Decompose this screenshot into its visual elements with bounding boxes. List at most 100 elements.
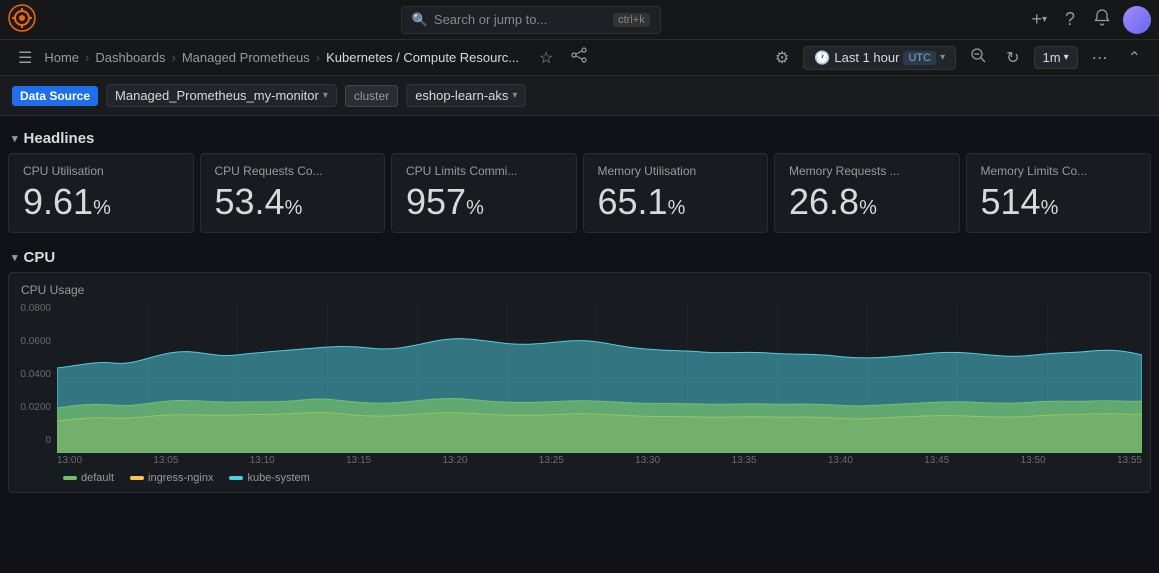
legend-kube: kube-system [229, 472, 309, 484]
metric-card-0: CPU Utilisation 9.61% [8, 153, 194, 233]
metrics-grid: CPU Utilisation 9.61% CPU Requests Co...… [8, 153, 1151, 233]
legend-label-kube: kube-system [247, 472, 309, 484]
time-chevron: ▾ [940, 52, 945, 63]
cluster-chevron: ▾ [512, 90, 517, 101]
breadcrumb-bar: ☰ Home › Dashboards › Managed Prometheus… [0, 40, 1159, 76]
legend-label-default: default [81, 472, 114, 484]
x-label-1320: 13:20 [442, 455, 467, 466]
metric-value-5: 514% [981, 182, 1137, 222]
breadcrumb-dashboards[interactable]: Dashboards [95, 50, 165, 65]
hamburger-menu[interactable]: ☰ [12, 46, 38, 70]
metric-card-2: CPU Limits Commi... 957% [391, 153, 577, 233]
interval-chevron: ▾ [1064, 52, 1069, 63]
share-button[interactable] [565, 45, 593, 70]
cluster-select[interactable]: eshop-learn-aks ▾ [406, 84, 526, 107]
search-kbd: ctrl+k [613, 13, 650, 27]
datasource-label: Data Source [12, 86, 98, 106]
datasource-value: Managed_Prometheus_my-monitor [115, 88, 319, 103]
x-label-1350: 13:50 [1021, 455, 1046, 466]
time-range-label: Last 1 hour [834, 50, 899, 65]
x-label-1345: 13:45 [924, 455, 949, 466]
avatar[interactable] [1123, 6, 1151, 34]
clock-icon: 🕐 [814, 50, 830, 66]
chart-legend: default ingress-nginx kube-system [17, 466, 1142, 486]
grafana-logo [8, 4, 36, 35]
x-label-1325: 13:25 [539, 455, 564, 466]
add-chevron: ▾ [1042, 14, 1047, 25]
zoom-out-button[interactable] [964, 45, 992, 70]
breadcrumb-sep-3: › [316, 50, 320, 65]
bc-right-controls: ⚙ 🕐 Last 1 hour UTC ▾ ↻ 1m ▾ ⋯ [769, 45, 1147, 70]
y-label-0200: 0.0200 [20, 402, 51, 413]
breadcrumb-sep-1: › [85, 50, 89, 65]
cpu-section-label: CPU [24, 249, 56, 266]
metric-title-1: CPU Requests Co... [215, 164, 371, 178]
metric-card-4: Memory Requests ... 26.8% [774, 153, 960, 233]
metric-title-3: Memory Utilisation [598, 164, 754, 178]
x-label-1305: 13:05 [153, 455, 178, 466]
x-label-1300: 13:00 [57, 455, 82, 466]
metric-value-0: 9.61% [23, 182, 179, 222]
breadcrumb-home[interactable]: Home [44, 50, 79, 65]
cpu-section-header[interactable]: ▾ CPU [8, 243, 1151, 272]
more-icon: ⋯ [1092, 50, 1108, 67]
headlines-section-header[interactable]: ▾ Headlines [8, 124, 1151, 153]
x-label-1335: 13:35 [732, 455, 757, 466]
cpu-collapse-icon: ▾ [12, 251, 18, 264]
headlines-collapse-icon: ▾ [12, 132, 18, 145]
cluster-value: eshop-learn-aks [415, 88, 508, 103]
metric-title-5: Memory Limits Co... [981, 164, 1137, 178]
datasource-select[interactable]: Managed_Prometheus_my-monitor ▾ [106, 84, 337, 107]
cpu-chart-title: CPU Usage [17, 283, 1142, 297]
interval-button[interactable]: 1m ▾ [1034, 46, 1078, 69]
cpu-chart-card: CPU Usage 0.0800 0.0600 0.0400 0.0200 0 [8, 272, 1151, 493]
metric-card-1: CPU Requests Co... 53.4% [200, 153, 386, 233]
star-icon: ☆ [539, 50, 553, 67]
y-label-0600: 0.0600 [20, 336, 51, 347]
refresh-button[interactable]: ↻ [1000, 46, 1025, 70]
time-range-button[interactable]: 🕐 Last 1 hour UTC ▾ [803, 46, 956, 70]
add-button[interactable]: + ▾ [1025, 5, 1053, 34]
metric-value-3: 65.1% [598, 182, 754, 222]
x-label-1340: 13:40 [828, 455, 853, 466]
legend-dot-kube [229, 476, 243, 480]
metric-title-2: CPU Limits Commi... [406, 164, 562, 178]
utc-badge: UTC [903, 51, 936, 65]
star-button[interactable]: ☆ [533, 46, 559, 70]
breadcrumb-current: Kubernetes / Compute Resourc... [326, 50, 519, 65]
x-label-1330: 13:30 [635, 455, 660, 466]
breadcrumb-managed-prometheus[interactable]: Managed Prometheus [182, 50, 310, 65]
cluster-tag: cluster [345, 85, 398, 107]
metric-value-1: 53.4% [215, 182, 371, 222]
help-button[interactable]: ? [1059, 5, 1081, 34]
more-menu-button[interactable]: ⋯ [1086, 46, 1114, 70]
bell-button[interactable] [1087, 4, 1117, 35]
zoom-out-icon [970, 50, 986, 67]
x-label-1355: 13:55 [1117, 455, 1142, 466]
search-placeholder: Search or jump to... [434, 12, 547, 27]
metric-value-4: 26.8% [789, 182, 945, 222]
headlines-section-label: Headlines [24, 130, 95, 147]
interval-label: 1m [1043, 50, 1061, 65]
bell-icon [1093, 8, 1111, 31]
metric-title-4: Memory Requests ... [789, 164, 945, 178]
share-icon [571, 50, 587, 67]
add-icon: + [1031, 9, 1042, 30]
legend-label-ingress: ingress-nginx [148, 472, 213, 484]
help-icon: ? [1065, 9, 1075, 30]
settings-icon: ⚙ [775, 50, 789, 67]
legend-dot-default [63, 476, 77, 480]
dashboard-content: ▾ Headlines CPU Utilisation 9.61% CPU Re… [0, 116, 1159, 501]
dashboard-settings-button[interactable]: ⚙ [769, 46, 795, 70]
hamburger-icon: ☰ [18, 50, 32, 67]
breadcrumb-actions: ☆ [533, 45, 593, 70]
y-label-0: 0 [45, 435, 51, 446]
filter-bar: Data Source Managed_Prometheus_my-monito… [0, 76, 1159, 116]
collapse-icon: ⌃ [1128, 50, 1141, 67]
global-search[interactable]: 🔍 Search or jump to... ctrl+k [401, 6, 661, 34]
metric-title-0: CPU Utilisation [23, 164, 179, 178]
legend-default: default [63, 472, 114, 484]
collapse-button[interactable]: ⌃ [1122, 46, 1147, 70]
metric-card-3: Memory Utilisation 65.1% [583, 153, 769, 233]
metric-value-2: 957% [406, 182, 562, 222]
